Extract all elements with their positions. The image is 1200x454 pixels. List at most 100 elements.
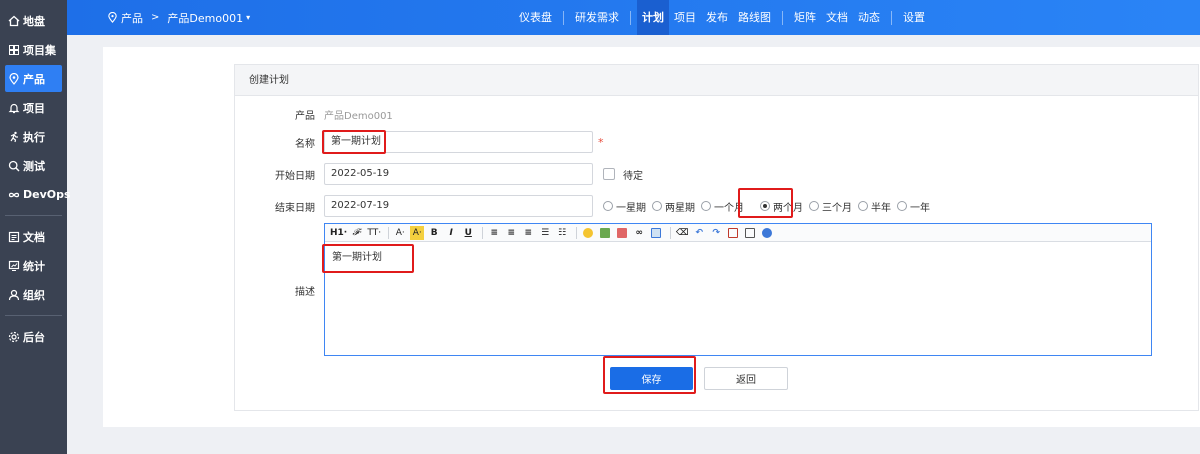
product-row: 产品 产品Demo001: [235, 105, 393, 123]
duration-option-1w[interactable]: 一星期: [603, 199, 646, 214]
nav-matrix[interactable]: 矩阵: [789, 0, 821, 35]
infinity-icon: [8, 189, 20, 201]
chevron-down-icon: ▾: [246, 13, 251, 22]
background-color-button[interactable]: A·: [410, 225, 425, 240]
sidebar-item-product[interactable]: 产品: [5, 65, 62, 92]
nav-project[interactable]: 项目: [669, 0, 701, 35]
sidebar-divider: [5, 315, 62, 316]
duration-option-1m[interactable]: 一个月: [701, 199, 744, 214]
nav-doc[interactable]: 文档: [821, 0, 853, 35]
bold-button[interactable]: B: [427, 226, 441, 240]
location-icon: [8, 72, 20, 85]
image-icon[interactable]: [598, 226, 612, 240]
fullscreen-icon[interactable]: [726, 226, 740, 240]
sidebar-item-test[interactable]: 测试: [5, 152, 62, 179]
help-icon[interactable]: [760, 226, 774, 240]
nav-dashboard[interactable]: 仪表盘: [514, 0, 557, 35]
end-date-field[interactable]: 2022-07-19: [324, 195, 593, 217]
sidebar-item-label: 组织: [23, 288, 45, 302]
sidebar-item-home[interactable]: 地盘: [5, 7, 62, 34]
main-nav: 仪表盘 研发需求 计划 项目 发布 路线图 矩阵 文档 动态 设置: [514, 0, 930, 35]
radio-button: [652, 201, 662, 211]
description-editor: H1· 𝓕· TT· A· A· B I U ≡ ≡ ≡ ☰ ☷ ∞ ⌫ ↶ ↷…: [324, 223, 1152, 356]
sidebar-item-admin[interactable]: 后台: [5, 323, 62, 350]
radio-label: 一星期: [616, 202, 646, 214]
sidebar-item-label: 文档: [23, 230, 45, 244]
radio-label: 两个月: [773, 202, 803, 214]
duration-option-1y[interactable]: 一年: [897, 199, 930, 214]
name-field[interactable]: 第一期计划: [324, 131, 593, 153]
duration-option-half-year[interactable]: 半年: [858, 199, 891, 214]
sidebar-item-devops[interactable]: DevOps: [5, 181, 71, 208]
align-left-icon[interactable]: ≡: [487, 226, 501, 240]
align-center-icon[interactable]: ≡: [504, 226, 518, 240]
pending-checkbox[interactable]: [603, 168, 615, 180]
sidebar-item-label: 产品: [23, 72, 45, 86]
duration-radio-group: 一星期 两星期 一个月 两个月 三个月 半年 一年: [603, 199, 936, 214]
nav-settings[interactable]: 设置: [898, 0, 930, 35]
back-button[interactable]: 返回: [704, 367, 788, 390]
sidebar-item-doc[interactable]: 文档: [5, 223, 62, 250]
sidebar-divider: [5, 215, 62, 216]
start-date-field[interactable]: 2022-05-19: [324, 163, 593, 185]
sidebar-item-execution[interactable]: 执行: [5, 123, 62, 150]
breadcrumb-current-label: 产品Demo001: [167, 11, 244, 25]
save-button[interactable]: 保存: [610, 367, 693, 390]
source-icon[interactable]: [743, 226, 757, 240]
sidebar-item-stats[interactable]: 统计: [5, 252, 62, 279]
sidebar-item-org[interactable]: 组织: [5, 281, 62, 308]
font-color-button[interactable]: A·: [393, 226, 407, 240]
radio-button: [809, 201, 819, 211]
sidebar-item-project[interactable]: 项目: [5, 94, 62, 121]
end-date-row: 结束日期 2022-07-19 一星期 两星期 一个月 两个月 三个月 半年 一…: [235, 195, 936, 217]
nav-dynamic[interactable]: 动态: [853, 0, 885, 35]
eraser-icon[interactable]: ⌫: [675, 226, 689, 240]
search-icon: [8, 160, 20, 172]
undo-icon[interactable]: ↶: [692, 226, 706, 240]
nav-release[interactable]: 发布: [701, 0, 733, 35]
heading-button[interactable]: H1·: [330, 226, 347, 240]
sidebar-item-label: 项目集: [23, 43, 56, 57]
nav-roadmap[interactable]: 路线图: [733, 0, 776, 35]
duration-option-3m[interactable]: 三个月: [809, 199, 852, 214]
home-icon: [8, 15, 20, 27]
breadcrumb-product[interactable]: 产品: [107, 10, 143, 26]
pending-label: 待定: [623, 170, 643, 182]
toolbar-divider: [388, 226, 390, 239]
radio-label: 一年: [910, 202, 930, 214]
sidebar-item-program[interactable]: 项目集: [5, 36, 62, 63]
nav-story[interactable]: 研发需求: [570, 0, 624, 35]
font-family-button[interactable]: 𝓕·: [350, 226, 364, 240]
unordered-list-icon[interactable]: ☷: [555, 226, 569, 240]
ordered-list-icon[interactable]: ☰: [538, 226, 552, 240]
radio-button: [897, 201, 907, 211]
redo-icon[interactable]: ↷: [709, 226, 723, 240]
toolbar-divider: [482, 226, 484, 239]
duration-option-2m[interactable]: 两个月: [760, 199, 803, 214]
code-icon[interactable]: [615, 226, 629, 240]
underline-button[interactable]: U: [461, 226, 475, 240]
italic-button[interactable]: I: [444, 226, 458, 240]
font-size-button[interactable]: TT·: [367, 226, 381, 240]
sidebar-item-label: 测试: [23, 159, 45, 173]
link-icon[interactable]: ∞: [632, 226, 646, 240]
editor-content[interactable]: 第一期计划: [325, 242, 1151, 269]
sidebar-item-label: 统计: [23, 259, 45, 273]
product-switcher[interactable]: 产品Demo001 ▾: [167, 10, 250, 26]
description-label: 描述: [295, 287, 315, 298]
gear-icon: [8, 331, 20, 343]
emoji-icon[interactable]: [581, 226, 595, 240]
table-icon[interactable]: [649, 226, 663, 240]
chart-icon: [8, 260, 20, 272]
align-right-icon[interactable]: ≡: [521, 226, 535, 240]
nav-plan[interactable]: 计划: [637, 0, 669, 35]
editor-toolbar: H1· 𝓕· TT· A· A· B I U ≡ ≡ ≡ ☰ ☷ ∞ ⌫ ↶ ↷: [325, 224, 1151, 242]
radio-button-selected: [760, 201, 770, 211]
nav-divider: [891, 10, 892, 25]
start-date-row: 开始日期 2022-05-19 待定: [235, 163, 643, 185]
sidebar-item-label: 项目: [23, 101, 45, 115]
end-date-label: 结束日期: [275, 202, 315, 214]
radio-button: [858, 201, 868, 211]
duration-option-2w[interactable]: 两星期: [652, 199, 695, 214]
top-navbar: 产品 > 产品Demo001 ▾ 仪表盘 研发需求 计划 项目 发布 路线图 矩…: [67, 0, 1200, 35]
